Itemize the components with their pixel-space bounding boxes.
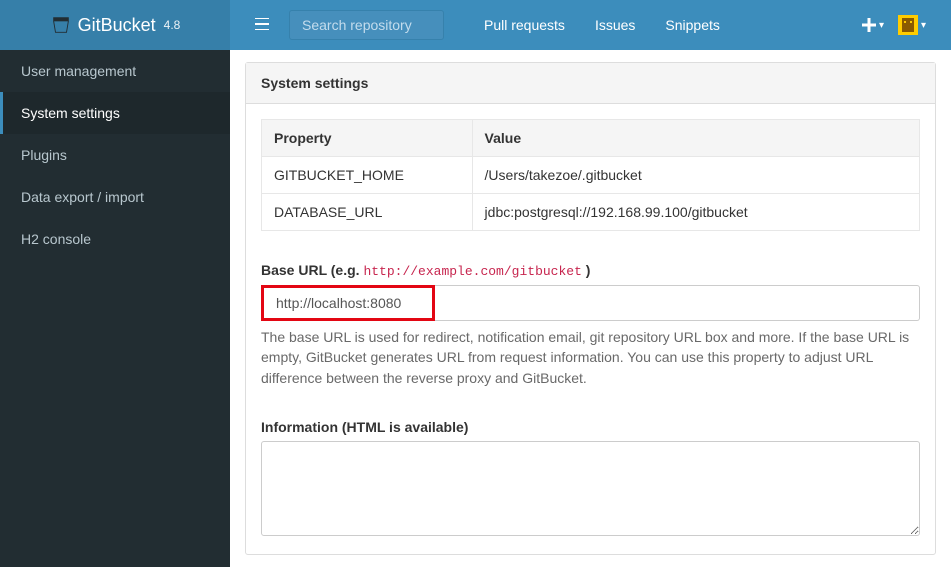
th-value: Value <box>472 120 919 157</box>
example-code: http://example.com/gitbucket <box>363 264 581 279</box>
sidebar-item-user-management[interactable]: User management <box>0 50 230 92</box>
base-url-input[interactable] <box>264 288 432 318</box>
brand-version: 4.8 <box>164 18 181 32</box>
brand-name: GitBucket <box>78 15 156 36</box>
base-url-label: Base URL (e.g. http://example.com/gitbuc… <box>261 262 920 279</box>
brand[interactable]: GitBucket 4.8 <box>0 0 230 50</box>
sidebar-item-plugins[interactable]: Plugins <box>0 134 230 176</box>
information-label: Information (HTML is available) <box>261 419 920 435</box>
sidebar-item-h2-console[interactable]: H2 console <box>0 218 230 260</box>
prop-name: DATABASE_URL <box>262 194 473 231</box>
user-menu[interactable]: ▾ <box>898 15 926 35</box>
topbar-right: ▾ ▾ <box>862 15 936 35</box>
create-menu[interactable]: ▾ <box>862 18 884 32</box>
label-text: ) <box>582 262 591 278</box>
content: System settings Property Value GITBUCKET… <box>230 50 951 567</box>
sidebar-item-data-export-import[interactable]: Data export / import <box>0 176 230 218</box>
th-property: Property <box>262 120 473 157</box>
nav-pull-requests[interactable]: Pull requests <box>469 2 580 48</box>
properties-table: Property Value GITBUCKET_HOME /Users/tak… <box>261 119 920 231</box>
nav-snippets[interactable]: Snippets <box>650 2 734 48</box>
sidebar-item-system-settings[interactable]: System settings <box>0 92 230 134</box>
plus-icon <box>862 18 876 32</box>
topbar: GitBucket 4.8 Pull requests Issues Snipp… <box>0 0 951 50</box>
information-textarea[interactable] <box>261 441 920 536</box>
hamburger-icon[interactable] <box>245 11 279 39</box>
panel-heading: System settings <box>246 63 935 104</box>
nav-issues[interactable]: Issues <box>580 2 650 48</box>
base-url-input-ext[interactable] <box>435 285 920 321</box>
gitbucket-logo <box>50 14 72 36</box>
avatar <box>898 15 918 35</box>
topbar-main: Pull requests Issues Snippets ▾ ▾ <box>230 0 951 50</box>
chevron-down-icon: ▾ <box>921 20 926 31</box>
sidebar: User management System settings Plugins … <box>0 50 230 567</box>
table-row: GITBUCKET_HOME /Users/takezoe/.gitbucket <box>262 157 920 194</box>
base-url-highlight <box>261 285 435 321</box>
search-input[interactable] <box>289 10 444 40</box>
table-row: DATABASE_URL jdbc:postgresql://192.168.9… <box>262 194 920 231</box>
base-url-help: The base URL is used for redirect, notif… <box>261 327 920 388</box>
label-text: Base URL (e.g. <box>261 262 363 278</box>
settings-panel: System settings Property Value GITBUCKET… <box>245 62 936 555</box>
nav-links: Pull requests Issues Snippets <box>469 2 735 48</box>
prop-value: jdbc:postgresql://192.168.99.100/gitbuck… <box>472 194 919 231</box>
chevron-down-icon: ▾ <box>879 20 884 31</box>
prop-value: /Users/takezoe/.gitbucket <box>472 157 919 194</box>
prop-name: GITBUCKET_HOME <box>262 157 473 194</box>
